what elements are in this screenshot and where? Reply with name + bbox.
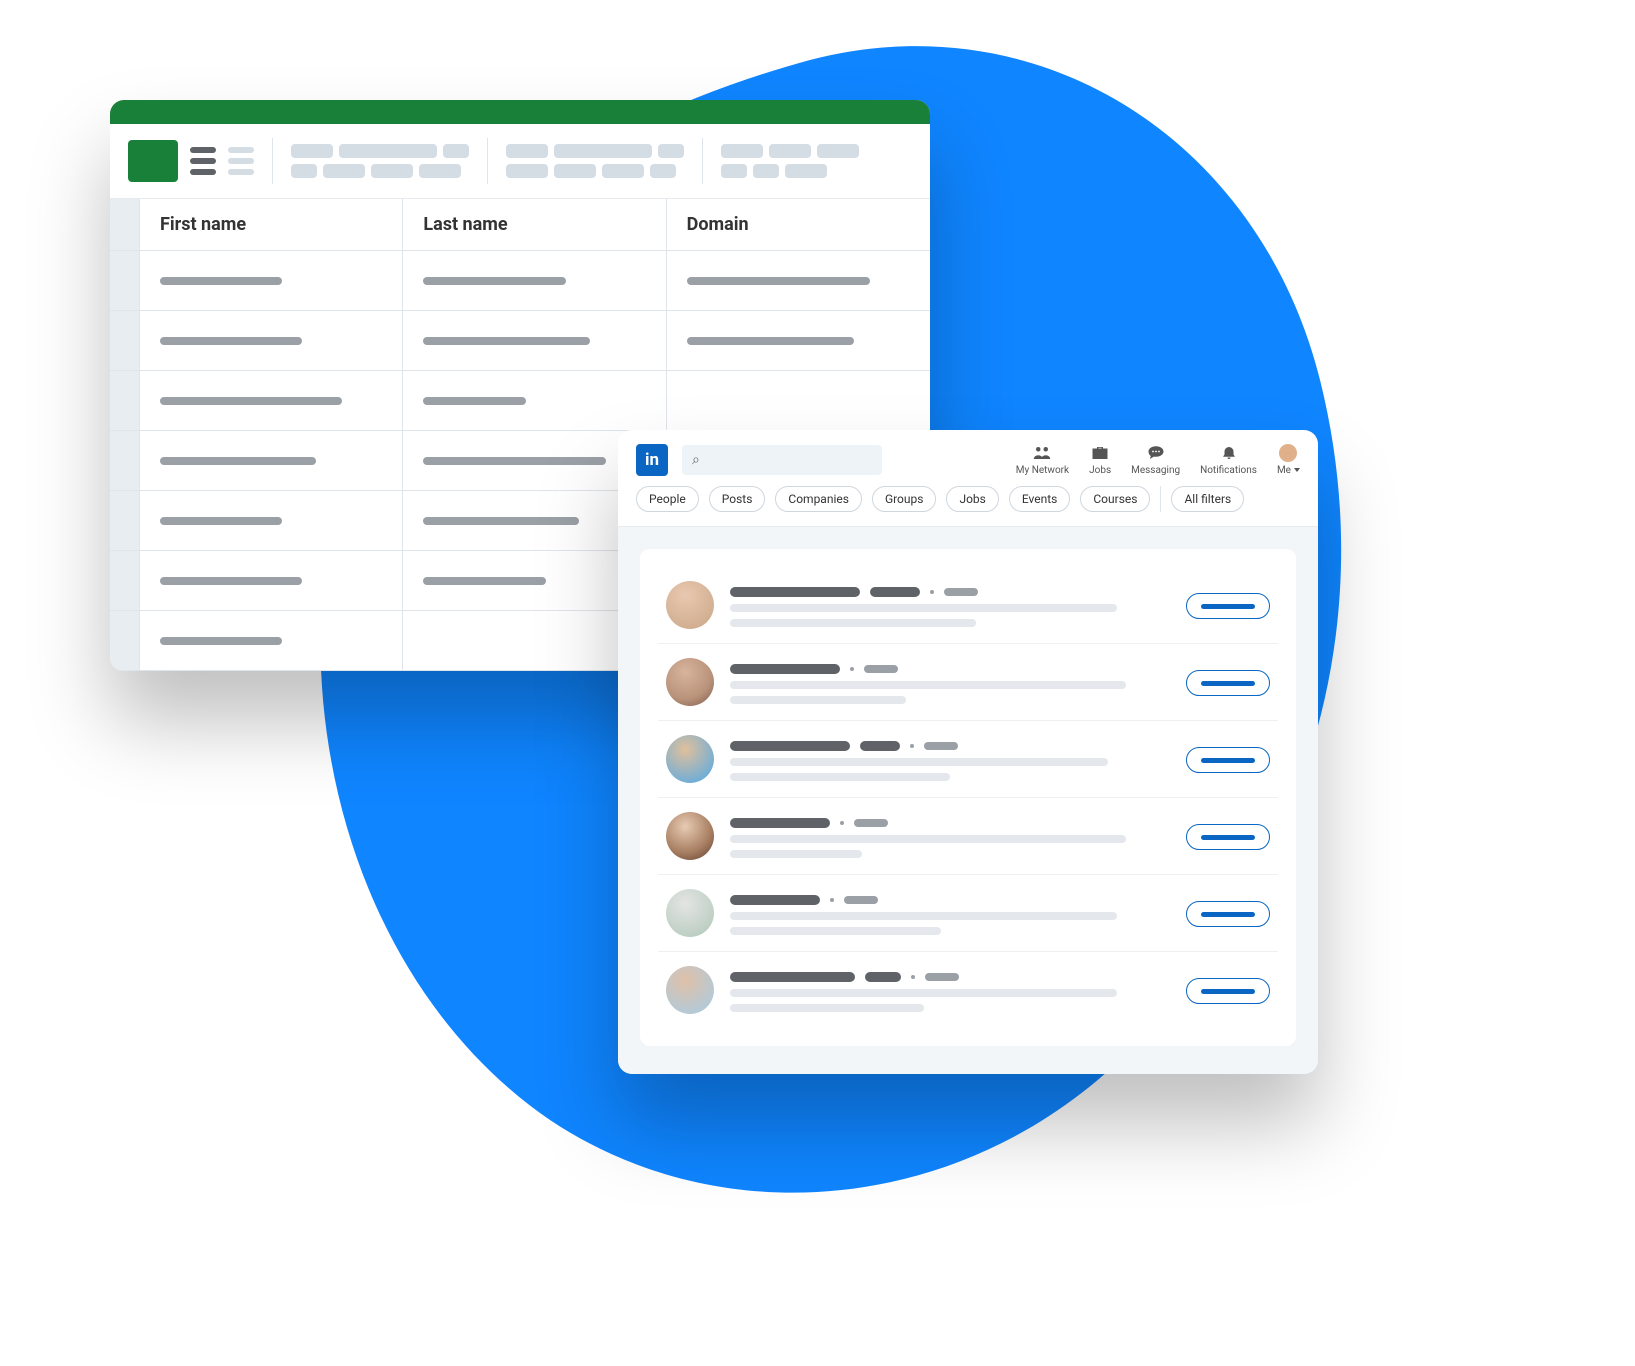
messaging-icon	[1147, 445, 1165, 461]
data-cell[interactable]	[140, 551, 402, 611]
filter-posts[interactable]: Posts	[709, 486, 766, 512]
linkedin-topbar: in ⌕ My Network Jobs Messaging	[618, 430, 1318, 486]
data-cell[interactable]	[403, 371, 665, 431]
nav-label: Messaging	[1131, 465, 1180, 476]
menu-icon[interactable]	[190, 147, 216, 175]
toolbar-divider	[702, 138, 703, 184]
linkedin-window: in ⌕ My Network Jobs Messaging	[618, 430, 1318, 1074]
filter-events[interactable]: Events	[1009, 486, 1071, 512]
filter-courses[interactable]: Courses	[1080, 486, 1150, 512]
top-nav: My Network Jobs Messaging Notifications	[896, 445, 1300, 476]
avatar[interactable]	[666, 889, 714, 937]
result-row[interactable]	[658, 875, 1278, 952]
data-cell[interactable]	[667, 371, 930, 431]
toolbar-group-1	[291, 144, 469, 178]
connect-button[interactable]	[1186, 978, 1270, 1004]
spreadsheet-toolbar	[110, 124, 930, 199]
result-body	[730, 966, 1170, 1012]
briefcase-icon	[1091, 445, 1109, 461]
avatar[interactable]	[666, 658, 714, 706]
filter-all[interactable]: All filters	[1171, 486, 1244, 512]
spreadsheet-logo-block	[128, 140, 254, 182]
result-body	[730, 581, 1170, 627]
nav-label: Jobs	[1089, 465, 1111, 476]
result-body	[730, 658, 1170, 704]
avatar[interactable]	[666, 966, 714, 1014]
linkedin-logo-icon[interactable]: in	[636, 444, 668, 476]
data-cell[interactable]	[403, 311, 665, 371]
filter-divider	[1160, 486, 1161, 512]
toolbar-divider	[272, 138, 273, 184]
data-cell[interactable]	[140, 611, 402, 671]
data-cell[interactable]	[140, 491, 402, 551]
network-icon	[1033, 445, 1051, 461]
nav-label: My Network	[1016, 465, 1069, 476]
nav-label: Notifications	[1200, 465, 1257, 476]
column-first-name[interactable]: First name	[140, 199, 403, 671]
filter-people[interactable]: People	[636, 486, 699, 512]
data-cell[interactable]	[403, 251, 665, 311]
filter-groups[interactable]: Groups	[872, 486, 937, 512]
data-cell[interactable]	[140, 251, 402, 311]
nav-my-network[interactable]: My Network	[1016, 445, 1069, 476]
chevron-down-icon	[1294, 468, 1300, 472]
menu-placeholder	[228, 147, 254, 175]
avatar[interactable]	[666, 812, 714, 860]
toolbar-divider	[487, 138, 488, 184]
spreadsheet-titlebar	[110, 100, 930, 124]
filter-bar: People Posts Companies Groups Jobs Event…	[618, 486, 1318, 527]
result-body	[730, 812, 1170, 858]
data-cell[interactable]	[140, 311, 402, 371]
connect-button[interactable]	[1186, 747, 1270, 773]
nav-label: Me	[1277, 465, 1300, 476]
avatar[interactable]	[666, 581, 714, 629]
result-body	[730, 889, 1170, 935]
col-header-domain[interactable]: Domain	[667, 199, 930, 251]
result-card	[640, 549, 1296, 1046]
search-icon: ⌕	[692, 452, 700, 468]
data-cell[interactable]	[140, 431, 402, 491]
nav-notifications[interactable]: Notifications	[1200, 445, 1257, 476]
result-row[interactable]	[658, 721, 1278, 798]
filter-companies[interactable]: Companies	[775, 486, 862, 512]
connect-button[interactable]	[1186, 901, 1270, 927]
toolbar-group-2	[506, 144, 684, 178]
result-row[interactable]	[658, 798, 1278, 875]
filter-jobs[interactable]: Jobs	[946, 486, 998, 512]
me-avatar-icon	[1279, 445, 1297, 461]
nav-messaging[interactable]: Messaging	[1131, 445, 1180, 476]
avatar[interactable]	[666, 735, 714, 783]
nav-me[interactable]: Me	[1277, 445, 1300, 476]
nav-jobs[interactable]: Jobs	[1089, 445, 1111, 476]
result-row[interactable]	[658, 644, 1278, 721]
search-results	[618, 527, 1318, 1074]
toolbar-group-3	[721, 144, 859, 178]
connect-button[interactable]	[1186, 593, 1270, 619]
connect-button[interactable]	[1186, 824, 1270, 850]
data-cell[interactable]	[140, 371, 402, 431]
result-body	[730, 735, 1170, 781]
connect-button[interactable]	[1186, 670, 1270, 696]
col-header-last-name[interactable]: Last name	[403, 199, 665, 251]
result-row[interactable]	[658, 952, 1278, 1028]
row-number-gutter	[110, 199, 140, 671]
result-row[interactable]	[658, 567, 1278, 644]
data-cell[interactable]	[667, 251, 930, 311]
spreadsheet-logo-icon	[128, 140, 178, 182]
search-input[interactable]: ⌕	[682, 445, 882, 475]
data-cell[interactable]	[667, 311, 930, 371]
bell-icon	[1220, 445, 1238, 461]
col-header-first-name[interactable]: First name	[140, 199, 402, 251]
